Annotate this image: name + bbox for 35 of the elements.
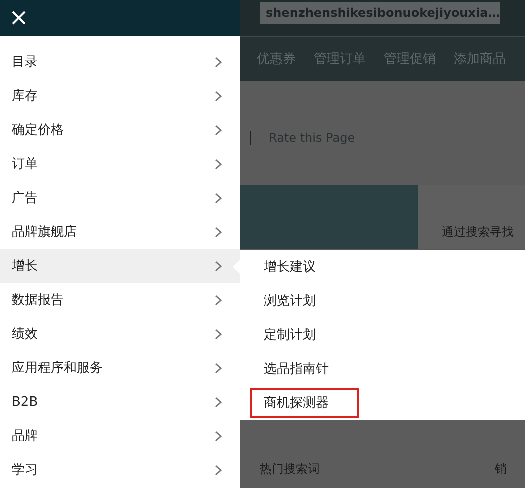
banner-text: 通过搜索寻找	[442, 224, 514, 241]
chevron-right-icon	[215, 464, 222, 476]
column-header: 销	[495, 461, 507, 478]
menu-item[interactable]: 确定价格	[0, 113, 240, 147]
chevron-right-icon	[215, 192, 222, 204]
chevron-right-icon	[215, 328, 222, 340]
chevron-right-icon	[215, 396, 222, 408]
submenu-item[interactable]: 商机探测器	[250, 388, 359, 418]
chevron-right-icon	[215, 362, 222, 374]
menu-item[interactable]: B2B	[0, 385, 240, 419]
menu-item[interactable]: 品牌	[0, 419, 240, 453]
chevron-right-icon	[215, 260, 222, 272]
menu-item[interactable]: 订单	[0, 147, 240, 181]
chevron-right-icon	[215, 90, 222, 102]
menu-item[interactable]: 广告	[0, 181, 240, 215]
menu-item[interactable]: 绩效	[0, 317, 240, 351]
submenu-item[interactable]: 浏览计划	[250, 284, 330, 318]
close-icon[interactable]	[12, 11, 26, 25]
menu-item[interactable]: 应用程序和服务	[0, 351, 240, 385]
chevron-right-icon	[215, 158, 222, 170]
submenu-item[interactable]: 选品指南针	[250, 352, 343, 386]
submenu-item[interactable]: 增长建议	[250, 250, 330, 284]
menu-item[interactable]: 学习	[0, 453, 240, 487]
menu-item[interactable]: 品牌旗舰店	[0, 215, 240, 249]
chevron-right-icon	[215, 226, 222, 238]
column-header: 热门搜索词	[260, 461, 320, 478]
menu-item[interactable]: 库存	[0, 79, 240, 113]
chevron-right-icon	[215, 430, 222, 442]
chevron-right-icon	[215, 124, 222, 136]
menu-item[interactable]: 增长	[0, 249, 240, 283]
chevron-right-icon	[215, 294, 222, 306]
menu-item[interactable]: 目录	[0, 45, 240, 79]
chevron-right-icon	[215, 56, 222, 68]
submenu-item[interactable]: 定制计划	[250, 318, 330, 352]
menu-item[interactable]: 数据报告	[0, 283, 240, 317]
